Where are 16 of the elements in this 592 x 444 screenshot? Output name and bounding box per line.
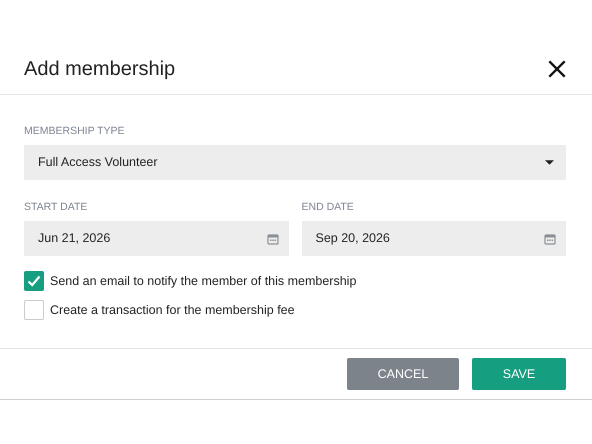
field-label: END DATE <box>302 200 355 214</box>
checkbox[interactable] <box>24 271 44 291</box>
dialog-title: Add membership <box>24 57 176 82</box>
cancel-button[interactable]: CANCEL <box>347 358 459 390</box>
dropdown-caret-icon <box>545 160 554 165</box>
checkbox-label: Create a transaction for the membership fee <box>50 302 295 319</box>
field-label: START DATE <box>24 200 88 214</box>
field-label: MEMBERSHIP TYPE <box>24 124 126 138</box>
calendar-icon <box>266 232 278 244</box>
date-field[interactable]: Sep 20, 2026 <box>302 221 566 256</box>
checkbox-label: Send an email to notify the member of this membership <box>50 272 356 290</box>
date-field[interactable]: Jun 21, 2026 <box>24 221 288 256</box>
checkbox[interactable] <box>24 300 44 320</box>
calendar-icon <box>544 232 556 244</box>
membership-type-select[interactable]: Full Access Volunteer <box>24 145 566 180</box>
close-icon[interactable] <box>546 58 568 80</box>
